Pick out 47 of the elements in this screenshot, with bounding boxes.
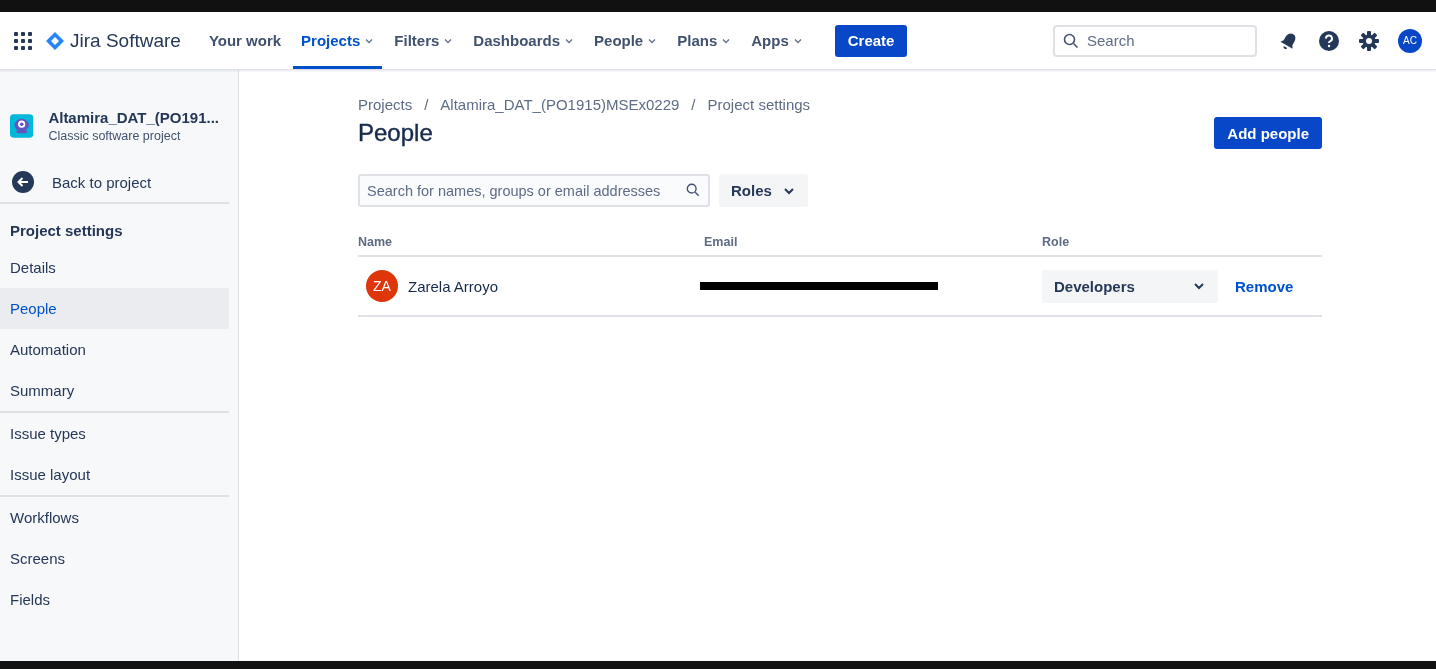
sidebar-item[interactable]: Automation bbox=[0, 329, 229, 370]
column-header: Role bbox=[1042, 235, 1071, 249]
nav-item[interactable]: Filters bbox=[386, 12, 462, 69]
project-name: Altamira_DAT_(PO191... bbox=[48, 109, 219, 126]
settings-icon[interactable] bbox=[1358, 29, 1380, 52]
search-field[interactable]: Search for names, groups or email addresses bbox=[358, 174, 710, 207]
role-dropdown[interactable]: Developers bbox=[1042, 269, 1218, 303]
breadcrumb-separator: / bbox=[691, 96, 696, 113]
nav-item[interactable]: Your work bbox=[200, 12, 290, 69]
project-robot-icon bbox=[10, 113, 34, 139]
create-button[interactable]: Create bbox=[834, 24, 908, 57]
column-header: Name bbox=[358, 235, 394, 249]
sidebar-item[interactable]: Screens bbox=[0, 538, 229, 579]
add-people-button[interactable]: Add people bbox=[1214, 117, 1322, 149]
sidebar-item[interactable]: Fields bbox=[0, 579, 229, 620]
breadcrumb-link[interactable]: Projects bbox=[358, 96, 413, 113]
column-header: Email bbox=[704, 235, 739, 249]
breadcrumb-link[interactable]: Project settings bbox=[707, 96, 811, 113]
sidebar-item[interactable]: Issue layout bbox=[0, 454, 229, 495]
breadcrumb-link[interactable]: Altamira_DAT_(PO1915)MSEx0229 bbox=[440, 96, 680, 113]
nav-item[interactable]: Projects bbox=[293, 12, 383, 69]
page-title: People bbox=[358, 119, 433, 147]
search-field[interactable]: Search bbox=[1053, 24, 1257, 57]
breadcrumb-separator: / bbox=[424, 96, 429, 113]
sidebar-item[interactable]: Issue types bbox=[0, 413, 229, 454]
product-name[interactable]: Jira Software bbox=[70, 29, 181, 52]
search-icon bbox=[1063, 32, 1079, 49]
user-avatar[interactable]: AC bbox=[1398, 28, 1422, 53]
roles-dropdown[interactable]: Roles bbox=[719, 174, 808, 207]
back-link[interactable]: Back to project bbox=[0, 162, 164, 202]
sidebar-item[interactable]: Summary bbox=[0, 370, 229, 411]
user-avatar: ZA bbox=[366, 270, 398, 302]
project-type: Classic software project bbox=[48, 129, 182, 143]
nav-item[interactable]: People bbox=[586, 12, 666, 69]
diamond-logo-icon bbox=[46, 31, 64, 50]
nav-item[interactable]: Plans bbox=[669, 12, 740, 69]
help-icon[interactable] bbox=[1318, 29, 1340, 52]
sidebar-item[interactable]: Workflows bbox=[0, 497, 229, 538]
sidebar-heading: Project settings bbox=[9, 221, 124, 241]
nav-item[interactable]: Apps bbox=[743, 12, 811, 69]
user-name: Zarela Arroyo bbox=[408, 277, 499, 295]
search-icon bbox=[686, 183, 700, 197]
remove-link[interactable]: Remove bbox=[1235, 277, 1294, 295]
sidebar-item[interactable]: Details bbox=[0, 247, 229, 288]
sidebar-item[interactable]: People bbox=[0, 288, 229, 329]
app-switcher-icon[interactable] bbox=[14, 31, 32, 50]
nav-item[interactable]: Dashboards bbox=[465, 12, 583, 69]
